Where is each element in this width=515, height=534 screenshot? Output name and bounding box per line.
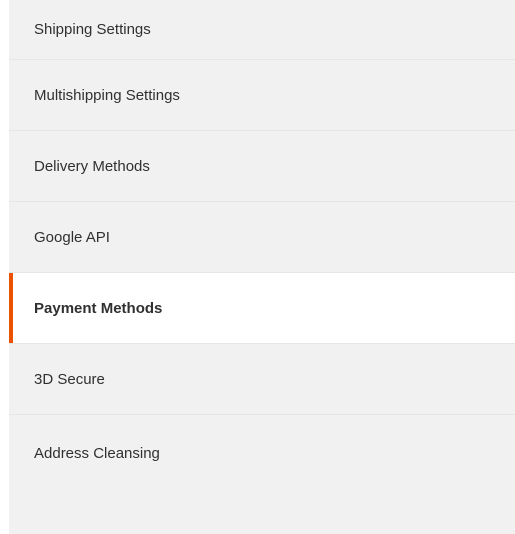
nav-item-delivery-methods[interactable]: Delivery Methods: [9, 131, 515, 202]
nav-item-label: Multishipping Settings: [34, 86, 180, 104]
nav-item-address-cleansing[interactable]: Address Cleansing: [9, 415, 515, 492]
config-sidebar-nav: Shipping Settings Multishipping Settings…: [9, 0, 515, 534]
nav-item-google-api[interactable]: Google API: [9, 202, 515, 273]
nav-item-label: Delivery Methods: [34, 157, 150, 175]
nav-item-label: Address Cleansing: [34, 445, 160, 462]
nav-item-payment-methods[interactable]: Payment Methods: [9, 273, 515, 344]
nav-item-label: 3D Secure: [34, 370, 105, 388]
nav-item-label: Shipping Settings: [34, 21, 151, 38]
nav-item-3d-secure[interactable]: 3D Secure: [9, 344, 515, 415]
nav-item-shipping-settings[interactable]: Shipping Settings: [9, 0, 515, 60]
nav-item-multishipping-settings[interactable]: Multishipping Settings: [9, 60, 515, 131]
nav-item-label: Google API: [34, 228, 110, 246]
nav-item-label: Payment Methods: [34, 299, 163, 317]
